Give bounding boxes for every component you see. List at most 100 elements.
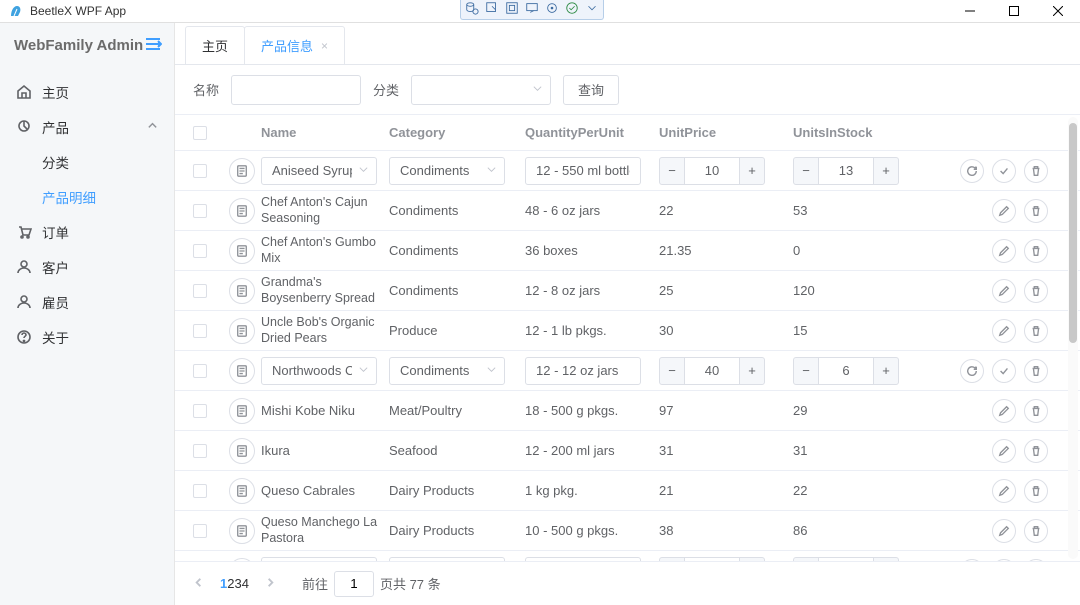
stepper-plus[interactable]: + [739,557,765,562]
tool-db-icon[interactable] [465,1,479,18]
stepper-plus[interactable]: + [739,357,765,385]
row-confirm-button[interactable] [992,559,1016,562]
row-view-button[interactable] [229,438,255,464]
sidebar-item-home[interactable]: 主页 [0,74,174,109]
tool-select-icon[interactable] [485,1,499,18]
row-view-button[interactable] [229,318,255,344]
stepper-value[interactable]: 6 [819,357,873,385]
row-edit-button[interactable] [992,479,1016,503]
row-delete-button[interactable] [1024,439,1048,463]
stepper-minus[interactable]: − [793,157,819,185]
row-edit-button[interactable] [992,519,1016,543]
row-edit-button[interactable] [992,399,1016,423]
row-view-button[interactable] [229,278,255,304]
pager-page[interactable]: 4 [242,576,249,591]
tool-sync-icon[interactable] [525,1,539,18]
row-category-select[interactable] [389,557,505,562]
stepper-plus[interactable]: + [873,357,899,385]
sidebar-item-about[interactable]: 关于 [0,319,174,354]
filter-category-select[interactable] [411,75,551,105]
tool-ok-icon[interactable] [565,1,579,18]
row-view-button[interactable] [229,558,255,562]
window-maximize-button[interactable] [992,0,1036,22]
row-category-select[interactable] [389,357,505,385]
row-edit-button[interactable] [992,439,1016,463]
row-price-stepper[interactable]: −10+ [659,157,793,185]
row-checkbox[interactable] [193,484,207,498]
row-refresh-button[interactable] [960,559,984,562]
row-confirm-button[interactable] [992,159,1016,183]
sidebar-collapse-icon[interactable] [144,36,162,56]
row-edit-button[interactable] [992,199,1016,223]
row-stock-stepper[interactable]: −24+ [793,557,927,562]
row-checkbox[interactable] [193,204,207,218]
sidebar-item-product-detail[interactable]: 产品明细 [0,179,174,214]
stepper-minus[interactable]: − [659,157,685,185]
sidebar-item-employee[interactable]: 雇员 [0,284,174,319]
stepper-value[interactable]: 24 [819,557,873,562]
tool-dropdown-icon[interactable] [585,1,599,18]
row-checkbox[interactable] [193,284,207,298]
tool-target-icon[interactable] [545,1,559,18]
tool-box-icon[interactable] [505,1,519,18]
row-price-stepper[interactable]: −6+ [659,557,793,562]
row-qty-input[interactable] [525,357,641,385]
tab-home[interactable]: 主页 [185,26,245,64]
row-checkbox[interactable] [193,404,207,418]
row-delete-button[interactable] [1024,279,1048,303]
row-view-button[interactable] [229,198,255,224]
row-edit-button[interactable] [992,239,1016,263]
row-view-button[interactable] [229,358,255,384]
row-delete-button[interactable] [1024,199,1048,223]
row-confirm-button[interactable] [992,359,1016,383]
row-delete-button[interactable] [1024,319,1048,343]
row-category-select[interactable] [389,157,505,185]
pager-next[interactable] [265,576,276,591]
pager-page[interactable]: 3 [234,576,241,591]
row-view-button[interactable] [229,238,255,264]
row-stock-stepper[interactable]: −6+ [793,357,927,385]
row-delete-button[interactable] [1024,559,1048,562]
stepper-minus[interactable]: − [659,557,685,562]
row-checkbox[interactable] [193,444,207,458]
tab-close-icon[interactable]: × [321,39,328,53]
row-delete-button[interactable] [1024,479,1048,503]
stepper-value[interactable]: 6 [685,557,739,562]
row-checkbox[interactable] [193,524,207,538]
search-button[interactable]: 查询 [563,75,619,105]
stepper-value[interactable]: 10 [685,157,739,185]
stepper-plus[interactable]: + [873,157,899,185]
row-edit-button[interactable] [992,279,1016,303]
stepper-plus[interactable]: + [739,157,765,185]
row-edit-button[interactable] [992,319,1016,343]
row-checkbox[interactable] [193,324,207,338]
filter-name-input[interactable] [231,75,361,105]
select-all-checkbox[interactable] [193,126,207,140]
row-view-button[interactable] [229,478,255,504]
row-refresh-button[interactable] [960,359,984,383]
scrollbar-thumb[interactable] [1069,123,1077,343]
row-price-stepper[interactable]: −40+ [659,357,793,385]
row-refresh-button[interactable] [960,159,984,183]
sidebar-item-category[interactable]: 分类 [0,144,174,179]
row-name-select[interactable] [261,157,377,185]
sidebar-item-order[interactable]: 订单 [0,214,174,249]
row-view-button[interactable] [229,518,255,544]
row-checkbox[interactable] [193,244,207,258]
stepper-minus[interactable]: − [659,357,685,385]
window-minimize-button[interactable] [948,0,992,22]
vertical-scrollbar[interactable] [1068,117,1078,559]
sidebar-item-customer[interactable]: 客户 [0,249,174,284]
row-name-select[interactable] [261,357,377,385]
tab-product[interactable]: 产品信息 × [244,26,345,64]
stepper-value[interactable]: 13 [819,157,873,185]
row-stock-stepper[interactable]: −13+ [793,157,927,185]
row-checkbox[interactable] [193,164,207,178]
stepper-minus[interactable]: − [793,357,819,385]
pager-goto-input[interactable] [334,571,374,597]
row-delete-button[interactable] [1024,519,1048,543]
row-checkbox[interactable] [193,364,207,378]
stepper-minus[interactable]: − [793,557,819,562]
row-delete-button[interactable] [1024,159,1048,183]
row-qty-input[interactable] [525,557,641,562]
